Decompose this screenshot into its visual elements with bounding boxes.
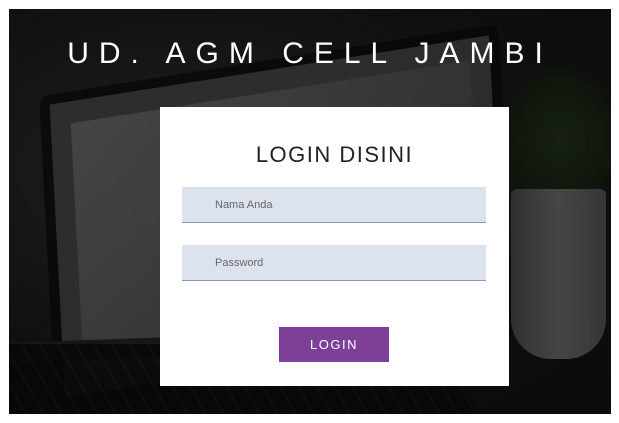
background-photo: UD. AGM CELL JAMBI LOGIN DISINI LOGIN: [9, 9, 611, 414]
plant-decoration: [501, 69, 611, 209]
pot-decoration: [511, 189, 606, 359]
login-card: LOGIN DISINI LOGIN: [160, 107, 509, 386]
login-title: LOGIN DISINI: [255, 142, 414, 167]
name-input[interactable]: [182, 187, 486, 223]
brand-title: UD. AGM CELL JAMBI: [67, 37, 553, 70]
login-button[interactable]: LOGIN: [279, 327, 389, 362]
password-input[interactable]: [182, 245, 486, 281]
